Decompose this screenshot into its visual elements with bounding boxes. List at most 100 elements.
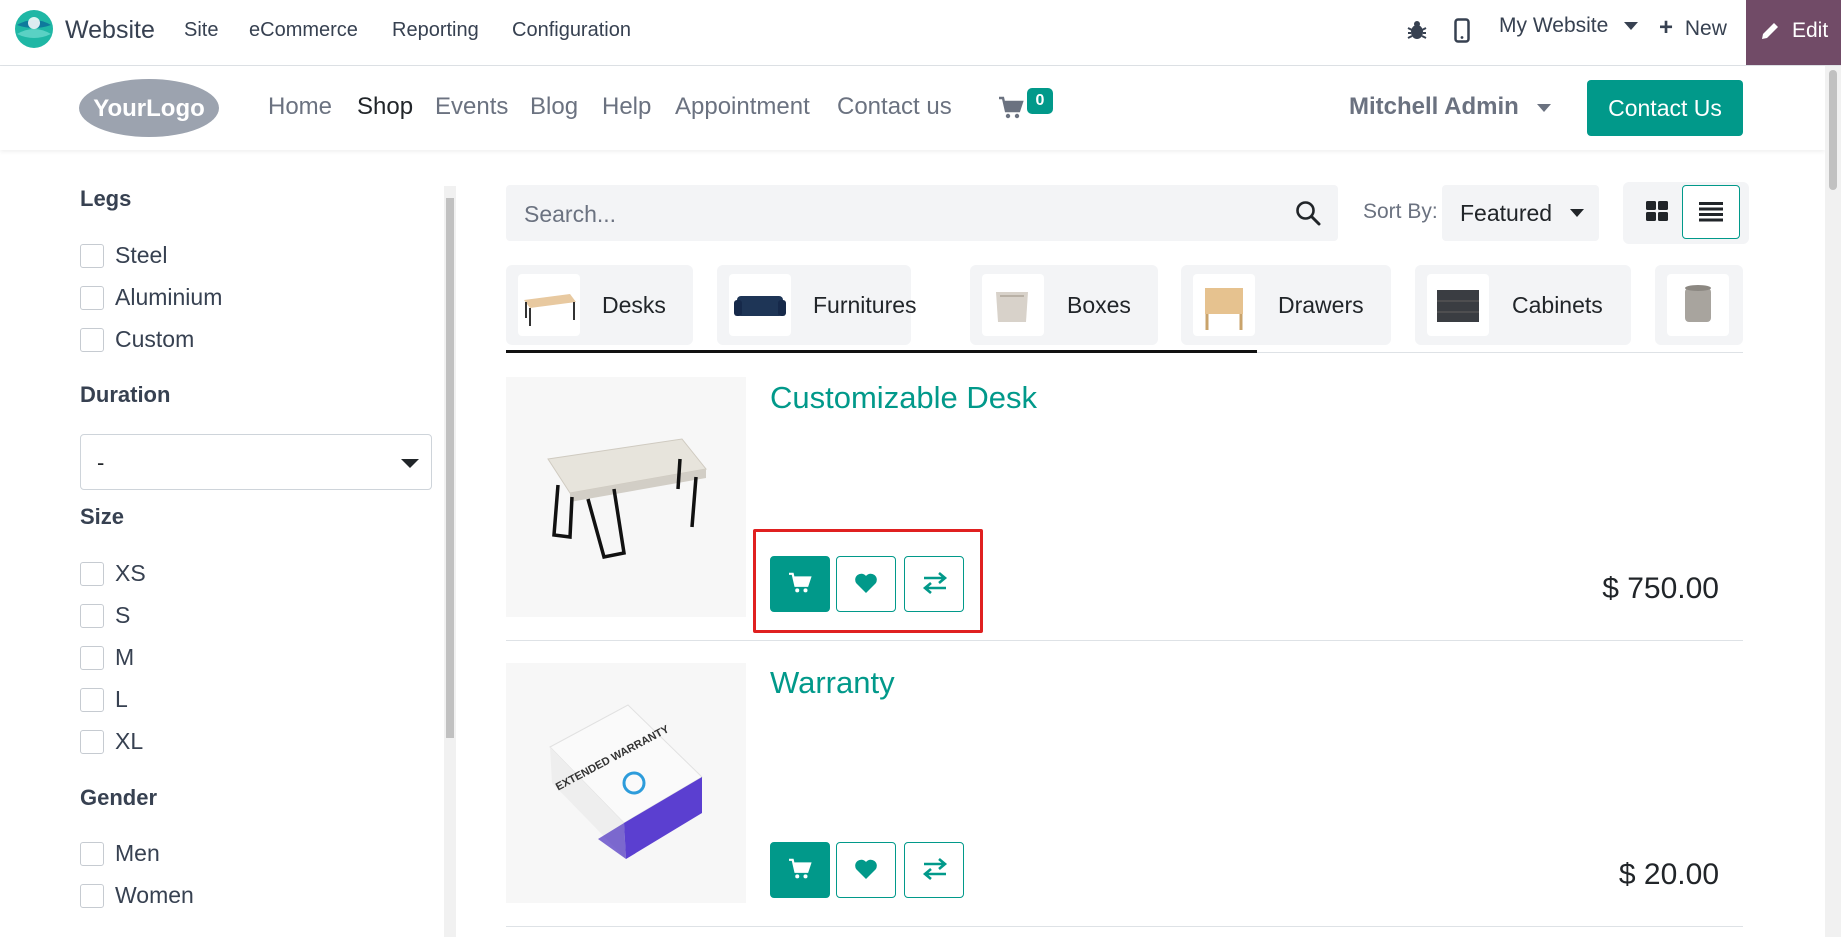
filter-xl-label[interactable]: XL (115, 728, 143, 755)
edit-button[interactable]: Edit (1746, 0, 1841, 65)
company-logo[interactable]: YourLogo (78, 78, 220, 138)
pencil-icon (1762, 23, 1778, 39)
category-partial[interactable] (1655, 265, 1743, 345)
nav-appointment[interactable]: Appointment (675, 93, 810, 121)
heart-icon (855, 859, 877, 879)
website-header: YourLogo Home Shop Events Blog Help Appo… (0, 66, 1825, 150)
chevron-down-icon (1537, 103, 1552, 112)
new-button[interactable]: + New (1659, 14, 1727, 42)
page-scrollbar[interactable] (1825, 66, 1841, 937)
filter-men-checkbox[interactable] (80, 842, 104, 866)
filter-aluminium-label[interactable]: Aluminium (115, 284, 222, 311)
category-drawers[interactable]: Drawers (1181, 265, 1391, 345)
filter-m-label[interactable]: M (115, 644, 134, 671)
filter-s-label[interactable]: S (115, 602, 130, 629)
menu-ecommerce[interactable]: eCommerce (249, 19, 358, 42)
filter-men-label[interactable]: Men (115, 840, 160, 867)
plus-icon: + (1659, 14, 1674, 41)
sidebar-scrollbar[interactable] (444, 186, 456, 937)
category-desks[interactable]: Desks (506, 265, 693, 345)
product-name[interactable]: Customizable Desk (770, 380, 1037, 416)
contact-us-button[interactable]: Contact Us (1587, 80, 1743, 136)
filter-women-label[interactable]: Women (115, 882, 194, 909)
sidebar-scrollbar-thumb[interactable] (446, 198, 454, 738)
nav-help[interactable]: Help (602, 93, 651, 121)
cart-icon (789, 858, 812, 879)
filter-steel-label[interactable]: Steel (115, 242, 167, 269)
highlight-box (753, 529, 983, 633)
category-furnitures-label: Furnitures (813, 292, 917, 318)
filter-xs-checkbox[interactable] (80, 562, 104, 586)
website-app-icon[interactable] (14, 9, 54, 49)
search-icon[interactable] (1295, 200, 1321, 226)
filter-aluminium-checkbox[interactable] (80, 286, 104, 310)
category-cabinets[interactable]: Cabinets (1415, 265, 1631, 345)
user-menu[interactable]: Mitchell Admin (1349, 93, 1552, 121)
filter-xl-checkbox[interactable] (80, 730, 104, 754)
list-view-icon (1699, 202, 1723, 222)
caret-down-icon (401, 459, 419, 468)
sort-by-label: Sort By: (1363, 200, 1438, 223)
filter-size-title: Size (80, 504, 125, 529)
nav-home[interactable]: Home (268, 93, 332, 121)
website-selector[interactable]: My Website (1499, 14, 1639, 38)
nav-contact-us[interactable]: Contact us (837, 93, 952, 121)
category-boxes-image (982, 274, 1044, 336)
filter-l-checkbox[interactable] (80, 688, 104, 712)
category-desks-image (518, 274, 580, 336)
add-to-cart-button[interactable] (770, 842, 830, 898)
website-selector-label: My Website (1499, 14, 1609, 37)
nav-blog[interactable]: Blog (530, 93, 578, 121)
grid-view-button[interactable] (1629, 185, 1685, 237)
cart-count-badge: 0 (1027, 88, 1053, 114)
filter-custom-checkbox[interactable] (80, 328, 104, 352)
product-image-desk[interactable] (506, 377, 746, 617)
product-search (506, 185, 1338, 241)
sort-dropdown[interactable]: Featured (1442, 185, 1599, 241)
category-scroll-indicator (506, 350, 1257, 353)
app-name[interactable]: Website (65, 16, 155, 45)
filter-legs-title: Legs (80, 186, 132, 211)
page-scrollbar-thumb[interactable] (1829, 70, 1837, 190)
category-cabinets-image (1427, 274, 1489, 336)
list-view-button[interactable] (1682, 185, 1740, 239)
row-divider (506, 926, 1743, 927)
category-boxes-label: Boxes (1067, 292, 1131, 318)
filter-duration-title: Duration (80, 382, 171, 407)
mobile-preview-icon[interactable] (1454, 18, 1470, 43)
filter-s-checkbox[interactable] (80, 604, 104, 628)
compare-button[interactable] (904, 842, 964, 898)
search-input[interactable] (522, 197, 1266, 231)
nav-shop[interactable]: Shop (357, 93, 413, 121)
cart-icon[interactable] (998, 96, 1024, 120)
filter-women-checkbox[interactable] (80, 884, 104, 908)
menu-reporting[interactable]: Reporting (392, 19, 479, 42)
product-name[interactable]: Warranty (770, 665, 895, 701)
sort-dropdown-value: Featured (1460, 200, 1553, 226)
category-furnitures[interactable]: Furnitures (717, 265, 917, 345)
category-drawers-image (1193, 274, 1255, 336)
filter-gender-title: Gender (80, 785, 158, 810)
product-price: $ 750.00 (1602, 572, 1719, 605)
grid-view-icon (1646, 201, 1668, 221)
category-cabinets-label: Cabinets (1512, 292, 1603, 318)
caret-down-icon (1570, 209, 1584, 217)
category-drawers-label: Drawers (1278, 292, 1364, 318)
compare-arrows-icon (922, 858, 948, 880)
edit-button-label: Edit (1792, 19, 1829, 42)
duration-select-value: - (97, 450, 105, 475)
filter-m-checkbox[interactable] (80, 646, 104, 670)
menu-configuration[interactable]: Configuration (512, 19, 631, 42)
category-boxes[interactable]: Boxes (970, 265, 1158, 345)
menu-site[interactable]: Site (184, 19, 218, 42)
filter-l-label[interactable]: L (115, 686, 128, 713)
debug-bug-icon[interactable] (1406, 19, 1428, 41)
add-to-wishlist-button[interactable] (836, 842, 896, 898)
filter-xs-label[interactable]: XS (115, 560, 146, 587)
product-image-warranty[interactable]: EXTENDED WARRANTY (506, 663, 746, 903)
nav-events[interactable]: Events (435, 93, 508, 121)
duration-select[interactable]: - (80, 434, 432, 490)
category-furnitures-image (729, 274, 791, 336)
filter-steel-checkbox[interactable] (80, 244, 104, 268)
filter-custom-label[interactable]: Custom (115, 326, 194, 353)
